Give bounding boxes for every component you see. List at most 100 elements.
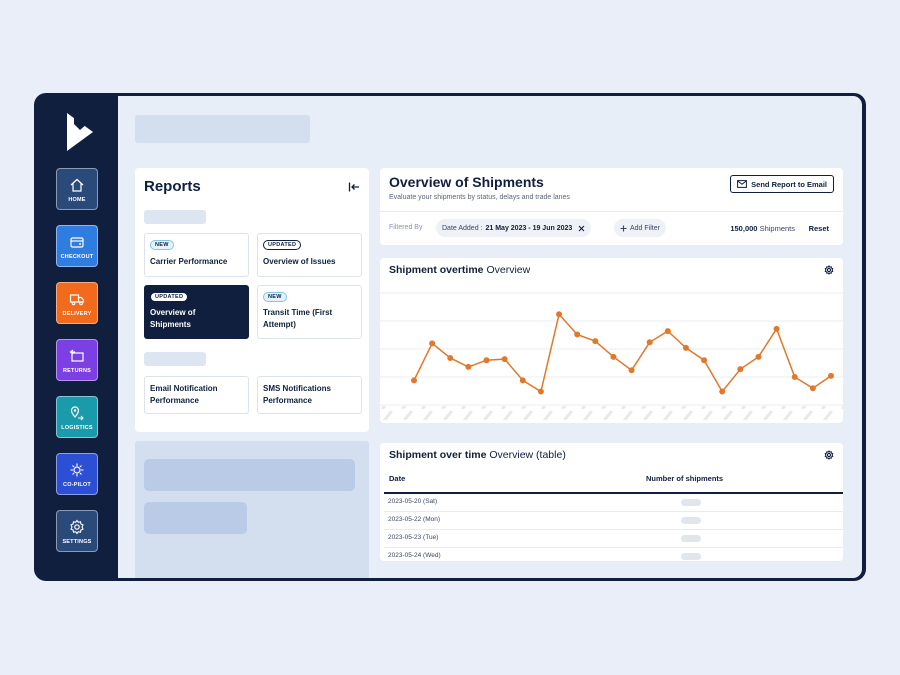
data-point[interactable] [465,363,472,370]
shipment-count-value: 150,000 [730,224,758,233]
data-point[interactable] [483,357,490,364]
sidebar-item-label: HOME [68,197,86,203]
table-row: 2023-05-22 (Mon) [384,512,843,530]
report-card-title: Overview of Shipments [150,308,196,329]
placeholder-bar [144,502,247,534]
date-filter-value: 21 May 2023 - 19 Jun 2023 [485,224,573,232]
shipment-count: 150,000 Shipments [730,224,795,233]
new-badge: NEW [263,292,287,302]
sidebar-item-label: CO-PILOT [63,482,91,488]
sidebar: HOME CHECKOUT DELIVERY RETURNS LOGISTICS… [34,93,118,581]
data-point[interactable] [592,338,599,345]
row-date: 2023-05-24 (Wed) [388,552,441,559]
chart-title: Shipment overtime Overview [389,264,530,276]
date-filter-chip[interactable]: Date Added : 21 May 2023 - 19 Jun 2023 [436,219,592,237]
sidebar-item-delivery[interactable]: DELIVERY [56,282,98,324]
updated-badge: UPDATED [150,292,189,302]
sidebar-item-co-pilot[interactable]: CO-PILOT [56,453,98,495]
sidebar-item-settings[interactable]: SETTINGS [56,510,98,552]
data-point[interactable] [537,388,544,395]
column-header-date: Date [389,474,406,483]
value-placeholder [681,517,701,524]
sidebar-item-home[interactable]: HOME [56,168,98,210]
shipment-line-chart [380,292,843,420]
chart-title-rest: Overview [486,264,531,276]
sidebar-item-returns[interactable]: RETURNS [56,339,98,381]
table-settings-gear-icon[interactable] [824,450,834,460]
data-point[interactable] [682,344,689,351]
report-card-overview-of-shipments[interactable]: UPDATED Overview of Shipments [144,285,249,339]
table-row: 2023-05-20 (Sat) [384,494,843,512]
add-filter-button[interactable]: Add Filter [614,219,666,237]
table-title-rest: Overview (table) [489,449,566,461]
truck-icon [69,294,85,306]
send-report-label: Send Report to Email [751,179,827,189]
main-content: Reports NEW Carrier Performance UPDATED … [118,96,862,578]
table-row: 2023-05-23 (Tue) [384,530,843,548]
brand-logo [67,113,93,151]
data-point[interactable] [791,374,798,380]
copilot-icon [70,463,84,477]
data-point[interactable] [610,353,617,360]
section-label-placeholder [144,352,206,366]
x-axis-hatch [380,406,843,420]
map-pin-icon [70,406,84,421]
send-report-button[interactable]: Send Report to Email [730,175,834,193]
data-point[interactable] [556,311,563,318]
gear-icon [70,519,84,535]
shipment-count-suffix: Shipments [759,224,795,233]
row-date: 2023-05-20 (Sat) [388,498,438,505]
report-card-sms-notifications-performance[interactable]: SMS Notifications Performance [257,376,362,414]
sidebar-item-label: LOGISTICS [61,425,93,431]
header-placeholder [135,115,310,143]
data-point[interactable] [773,325,780,332]
data-point[interactable] [628,367,635,374]
report-card-title: Transit Time (First Attempt) [263,308,333,329]
page-subtitle: Evaluate your shipments by status, delay… [389,194,570,201]
data-point[interactable] [519,377,526,384]
data-point[interactable] [574,331,581,338]
chart-grid [380,292,843,406]
mail-icon [737,180,748,188]
sidebar-item-label: RETURNS [63,368,91,374]
data-point[interactable] [719,388,726,395]
data-point[interactable] [828,372,834,379]
row-date: 2023-05-23 (Tue) [388,534,439,541]
data-point[interactable] [411,377,417,384]
cart-icon [70,237,84,248]
sidebar-item-checkout[interactable]: CHECKOUT [56,225,98,267]
report-card-carrier-performance[interactable]: NEW Carrier Performance [144,233,249,277]
data-point[interactable] [809,385,816,392]
reports-panel: Reports NEW Carrier Performance UPDATED … [135,168,369,432]
report-card-email-notification-performance[interactable]: Email Notification Performance [144,376,249,414]
series-line [413,312,832,393]
close-icon[interactable] [578,225,585,232]
data-point[interactable] [501,356,508,363]
value-placeholder [681,499,701,506]
column-header-shipments: Number of shipments [646,474,724,483]
row-date: 2023-05-22 (Mon) [388,516,441,523]
sidebar-item-logistics[interactable]: LOGISTICS [56,396,98,438]
data-point[interactable] [646,339,653,346]
shipment-table-panel: Shipment over time Overview (table) Date… [380,443,843,561]
table-title-bold: Shipment over time [389,449,487,461]
report-card-transit-time[interactable]: NEW Transit Time (First Attempt) [257,285,362,339]
collapse-icon[interactable] [348,181,360,193]
value-placeholder [681,535,701,542]
chart-settings-gear-icon[interactable] [824,265,834,275]
chart-title-bold: Shipment overtime [389,264,484,276]
report-card-overview-of-issues[interactable]: UPDATED Overview of Issues [257,233,362,277]
data-point[interactable] [429,340,436,347]
sidebar-item-label: DELIVERY [62,311,92,317]
filter-bar: Filtered By Date Added : 21 May 2023 - 1… [380,211,843,245]
data-point[interactable] [737,366,744,373]
data-point[interactable] [701,357,708,364]
data-point[interactable] [755,353,762,360]
return-icon [69,349,84,362]
data-point[interactable] [664,328,671,335]
reset-button[interactable]: Reset [809,224,829,233]
data-point[interactable] [447,354,454,361]
table-title: Shipment over time Overview (table) [389,449,566,461]
app-window: HOME CHECKOUT DELIVERY RETURNS LOGISTICS… [34,93,866,581]
filtered-by-label: Filtered By [389,224,423,231]
